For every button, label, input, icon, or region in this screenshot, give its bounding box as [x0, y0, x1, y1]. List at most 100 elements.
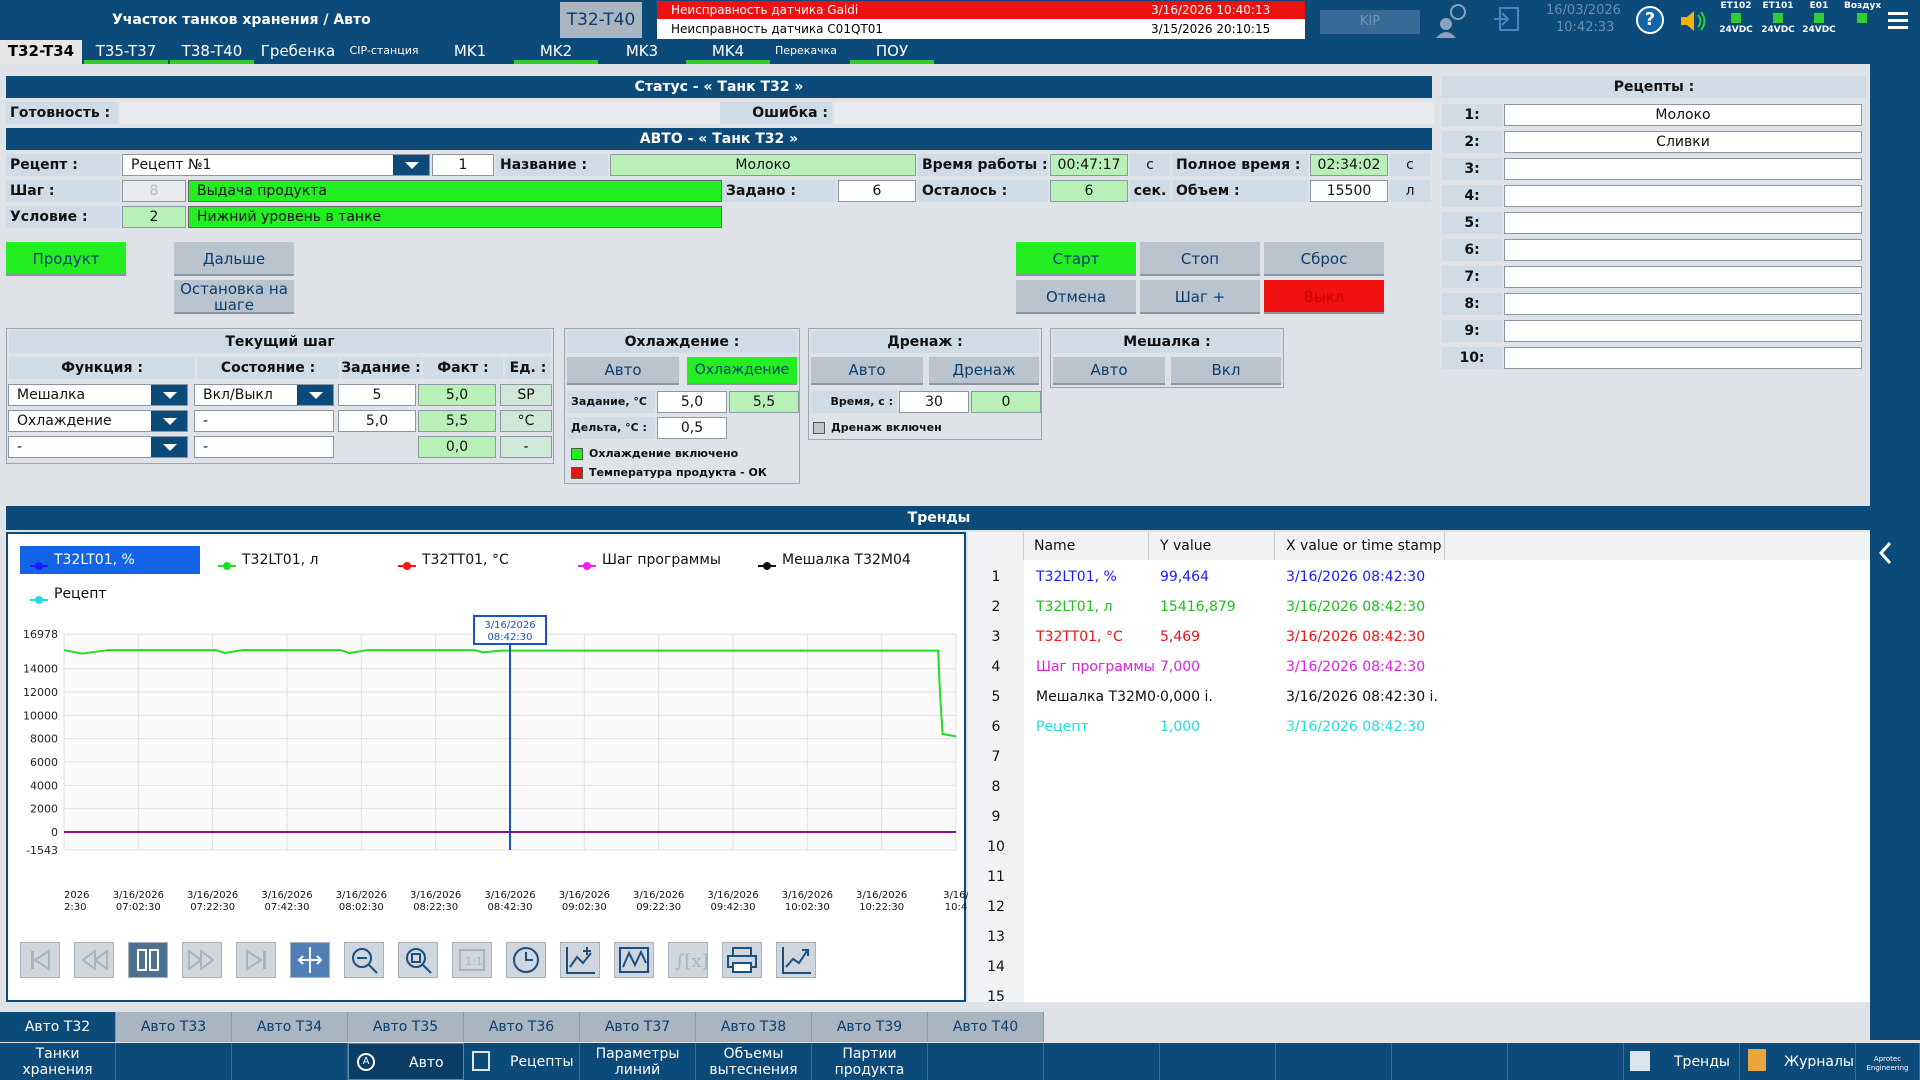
set-value-field[interactable]: 5 [338, 384, 416, 406]
tab-auto-tank[interactable]: Авто T40 [928, 1012, 1044, 1042]
nav-line-params[interactable]: Параметры линий [580, 1043, 696, 1080]
table-row[interactable]: 9 [968, 802, 1870, 832]
export-icon[interactable] [776, 942, 816, 978]
recipe-slot-name[interactable] [1504, 239, 1862, 261]
mixer-on-button[interactable]: Вкл [1171, 357, 1281, 385]
sound-icon[interactable] [1678, 6, 1708, 36]
tab-cip[interactable]: CIP-станция [342, 40, 426, 64]
drain-time-value[interactable]: 30 [899, 391, 969, 413]
stop-step-button[interactable]: Остановка на шаге [174, 280, 294, 314]
formula-icon[interactable]: ∫[x] [668, 942, 709, 978]
set-value[interactable]: 6 [838, 180, 916, 202]
table-row[interactable]: 11 [968, 862, 1870, 892]
kip-button[interactable]: KIP [1320, 10, 1420, 34]
recipe-slot-name[interactable] [1504, 212, 1862, 234]
chevron-down-icon[interactable] [151, 437, 187, 457]
cooling-set-value[interactable]: 5,0 [657, 391, 727, 413]
tab-auto-tank[interactable]: Авто T35 [348, 1012, 464, 1042]
recipe-slot-name[interactable] [1504, 266, 1862, 288]
recipe-slot-name[interactable]: Сливки [1504, 131, 1862, 153]
chevron-down-icon[interactable] [151, 385, 187, 405]
chevron-down-icon[interactable] [151, 411, 187, 431]
function-select[interactable]: Охлаждение [8, 410, 188, 432]
recipe-select[interactable]: Рецепт №1 [122, 154, 430, 176]
rewind-icon[interactable] [74, 942, 114, 978]
chevron-down-icon[interactable] [297, 385, 333, 405]
state-select[interactable]: - [194, 436, 334, 458]
tab-auto-tank[interactable]: Авто T38 [696, 1012, 812, 1042]
axis-add-icon[interactable] [560, 942, 600, 978]
legend-item[interactable]: T32LT01, % [20, 546, 200, 574]
legend-item[interactable]: T32TT01, °C [388, 546, 558, 574]
legend-item[interactable]: Мешалка T32M04 [748, 546, 918, 574]
tab-auto-tank[interactable]: Авто T34 [232, 1012, 348, 1042]
tab-auto-tank[interactable]: Авто T33 [116, 1012, 232, 1042]
tab-pou[interactable]: ПОУ [850, 40, 934, 64]
nav-batches[interactable]: Партии продукта [812, 1043, 928, 1080]
tab-auto-tank[interactable]: Авто T36 [464, 1012, 580, 1042]
tab-mk2[interactable]: MK2 [514, 40, 598, 64]
first-icon[interactable] [20, 942, 60, 978]
menu-icon[interactable] [1888, 10, 1910, 30]
mixer-auto-button[interactable]: Авто [1053, 357, 1165, 385]
tab-mk3[interactable]: MK3 [600, 40, 684, 64]
table-row[interactable]: 13 [968, 922, 1870, 952]
recipe-number[interactable]: 1 [432, 154, 494, 176]
table-row[interactable]: 7 [968, 742, 1870, 772]
recipe-slot-name[interactable] [1504, 320, 1862, 342]
table-row[interactable]: 5 Мешалка T32M0· 0,000 i. 3/16/2026 08:42:3… [968, 682, 1870, 712]
trend-chart[interactable]: 16978 14000 12000 10000 8000 6000 4000 2000 0 -15… [8, 614, 964, 854]
cancel-button[interactable]: Отмена [1016, 280, 1136, 314]
original-size-icon[interactable]: 1:1 [452, 942, 492, 978]
tab-mk1[interactable]: MK1 [428, 40, 512, 64]
table-row[interactable]: 14 [968, 952, 1870, 982]
state-select[interactable]: - [194, 410, 334, 432]
recipe-slot-name[interactable] [1504, 347, 1862, 369]
tab-auto-tank[interactable]: Авто T37 [580, 1012, 696, 1042]
recipe-slot-name[interactable] [1504, 293, 1862, 315]
table-row[interactable]: 8 [968, 772, 1870, 802]
nav-trends[interactable]: Тренды [1624, 1043, 1740, 1080]
table-row[interactable]: 12 [968, 892, 1870, 922]
legend-item[interactable]: Шаг программы [568, 546, 738, 574]
reset-button[interactable]: Сброс [1264, 242, 1384, 276]
product-button[interactable]: Продукт [6, 242, 126, 276]
nav-volumes[interactable]: Объемы вытеснения [696, 1043, 812, 1080]
tab-t35-t37[interactable]: T35-T37 [84, 40, 168, 64]
table-row[interactable]: 3 T32TT01, °C 5,469 3/16/2026 08:42:30 [968, 622, 1870, 652]
alarm-row[interactable]: Неисправность датчика C01QT01 3/15/2026 … [657, 20, 1305, 38]
trend-select-icon[interactable] [614, 942, 654, 978]
print-icon[interactable] [722, 942, 762, 978]
table-row[interactable]: 15 [968, 982, 1870, 1002]
next-button[interactable]: Дальше [174, 242, 294, 276]
recipe-slot-name[interactable] [1504, 185, 1862, 207]
ruler-icon[interactable] [290, 942, 330, 978]
alarm-list[interactable]: Неисправность датчика Galdi 3/16/2026 10… [657, 1, 1305, 39]
last-icon[interactable] [236, 942, 276, 978]
state-select[interactable]: Вкл/Выкл [194, 384, 334, 406]
drain-auto-button[interactable]: Авто [811, 357, 923, 385]
table-row[interactable]: 2 T32LT01, л 15416,879 3/16/2026 08:42:30 [968, 592, 1870, 622]
legend-item[interactable]: Рецепт [20, 580, 190, 608]
stop-button[interactable]: Стоп [1140, 242, 1260, 276]
alarm-row[interactable]: Неисправность датчика Galdi 3/16/2026 10… [657, 1, 1305, 19]
zoom-area-icon[interactable] [344, 942, 384, 978]
recipe-slot-name[interactable] [1504, 158, 1862, 180]
step-plus-button[interactable]: Шаг + [1140, 280, 1260, 314]
tab-grebenka[interactable]: Гребенка [256, 40, 340, 64]
set-value-field[interactable]: 5,0 [338, 410, 416, 432]
logout-icon[interactable] [1492, 4, 1522, 34]
function-select[interactable]: - [8, 436, 188, 458]
clock-icon[interactable] [506, 942, 546, 978]
function-select[interactable]: Мешалка [8, 384, 188, 406]
zoom-icon[interactable] [398, 942, 438, 978]
area-button[interactable]: T32-T40 [560, 2, 642, 38]
recipe-slot-name[interactable]: Молоко [1504, 104, 1862, 126]
cooling-button[interactable]: Охлаждение [687, 357, 797, 385]
cooling-delta-value[interactable]: 0,5 [657, 417, 727, 439]
pause-icon[interactable] [128, 942, 168, 978]
start-button[interactable]: Старт [1016, 242, 1136, 276]
tab-auto-tank[interactable]: Авто T32 [0, 1012, 116, 1042]
help-icon[interactable]: ? [1636, 6, 1664, 34]
user-switch-icon[interactable] [1432, 2, 1468, 38]
